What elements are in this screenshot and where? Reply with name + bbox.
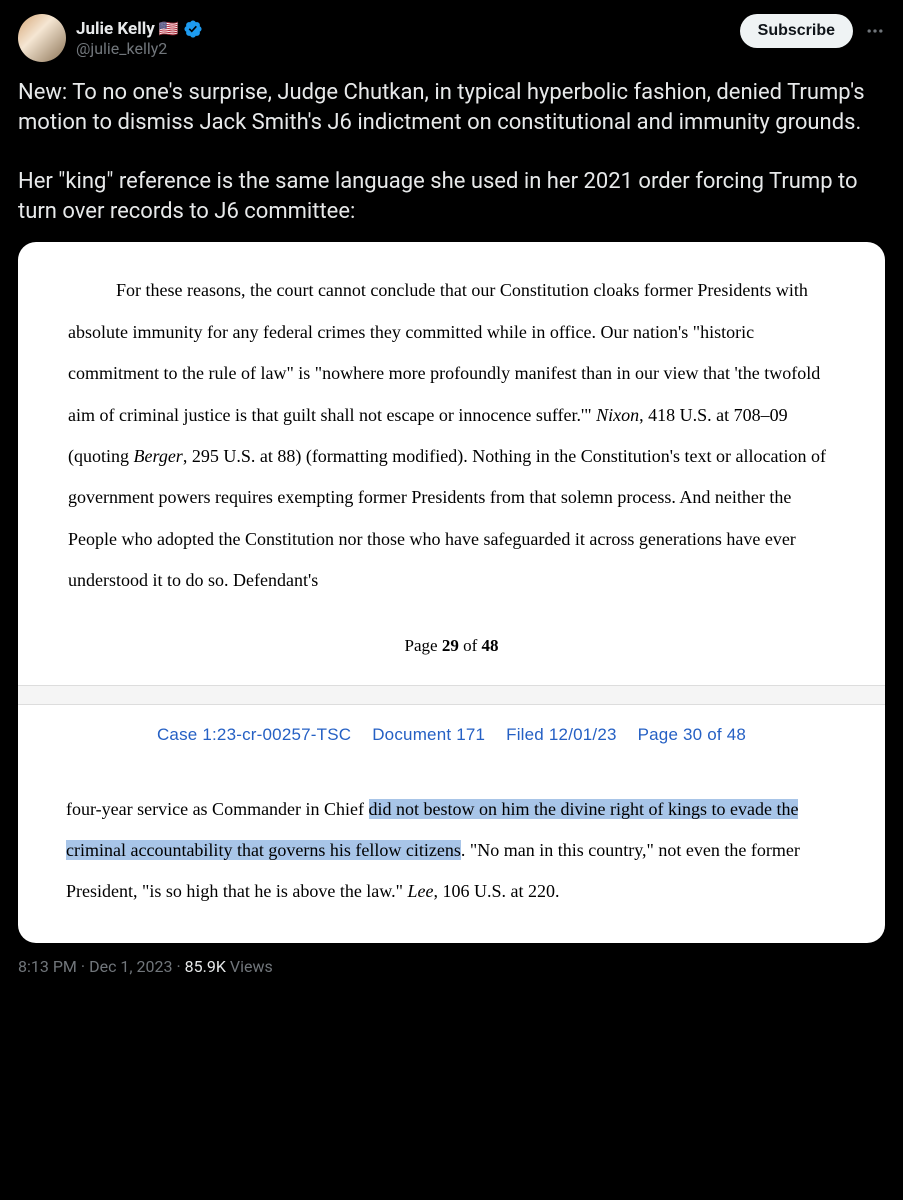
document-header: Case 1:23-cr-00257-TSC Document 171 File… [18,705,885,757]
doc-text: , 106 U.S. at 220. [433,881,559,901]
separator: · [81,957,85,976]
doc-text: four-year service as Commander in Chief [66,799,369,819]
header-actions: Subscribe [740,14,885,48]
views-count[interactable]: 85.9K [185,957,226,976]
document-paragraph: four-year service as Commander in Chief … [66,789,837,913]
author-name-row: Julie Kelly 🇺🇸 [76,19,203,39]
doc-text: , 295 U.S. at 88) (formatting modified).… [68,446,826,590]
doc-filed-date: Filed 12/01/23 [506,725,617,744]
document-page-divider [18,685,885,705]
avatar[interactable] [18,14,66,62]
tweet-container: Julie Kelly 🇺🇸 @julie_kelly2 Subscribe N… [0,0,903,990]
author-names: Julie Kelly 🇺🇸 @julie_kelly2 [76,19,203,58]
tweet-metadata: 8:13 PM·Dec 1, 2023·85.9K Views [18,957,885,976]
document-page-30: four-year service as Commander in Chief … [18,757,885,943]
page-total: 48 [481,636,498,655]
tweet-time[interactable]: 8:13 PM [18,957,77,976]
page-of: of [459,636,482,655]
doc-document-number: Document 171 [372,725,485,744]
doc-case-citation: Berger [134,446,183,466]
subscribe-button[interactable]: Subscribe [740,14,853,48]
page-number: Page 29 of 48 [68,626,835,665]
tweet-date[interactable]: Dec 1, 2023 [89,957,172,976]
doc-page-info: Page 30 of 48 [638,725,746,744]
page-current: 29 [442,636,459,655]
author-block[interactable]: Julie Kelly 🇺🇸 @julie_kelly2 [18,14,203,62]
attached-document-image[interactable]: For these reasons, the court cannot conc… [18,242,885,942]
page-label: Page [405,636,442,655]
separator: · [176,957,180,976]
flag-emoji: 🇺🇸 [159,19,179,38]
display-name[interactable]: Julie Kelly [76,19,155,39]
author-handle[interactable]: @julie_kelly2 [76,39,203,58]
doc-case-number: Case 1:23-cr-00257-TSC [157,725,351,744]
tweet-text: New: To no one's surprise, Judge Chutkan… [18,78,885,226]
doc-case-citation: Nixon [596,405,639,425]
views-label: Views [226,957,273,976]
doc-case-citation: Lee [407,881,433,901]
tweet-header: Julie Kelly 🇺🇸 @julie_kelly2 Subscribe [18,14,885,62]
document-paragraph: For these reasons, the court cannot conc… [68,270,835,601]
document-page-29: For these reasons, the court cannot conc… [18,242,885,684]
verified-badge-icon [183,19,203,39]
doc-text: For these reasons, the court cannot conc… [68,280,820,424]
more-icon[interactable] [865,21,885,41]
